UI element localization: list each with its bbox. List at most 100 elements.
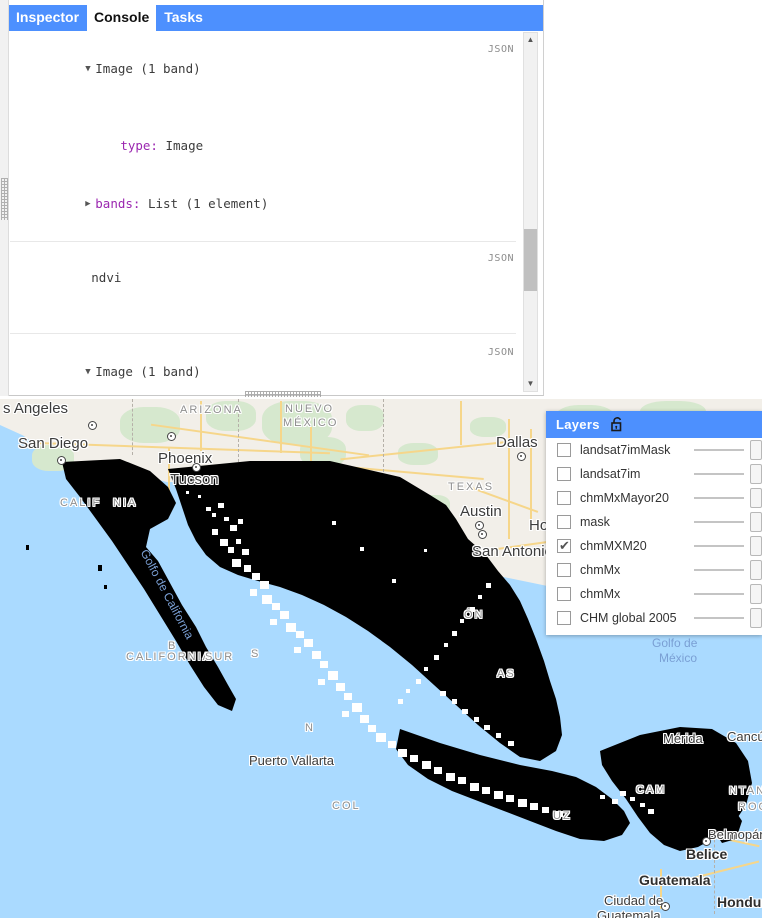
map-state-label: CAM — [636, 784, 667, 796]
layer-checkbox-mask[interactable] — [557, 515, 571, 529]
tab-tasks[interactable]: Tasks — [157, 5, 210, 31]
map-state-label: ROO — [738, 801, 762, 813]
chevron-right-icon[interactable] — [85, 195, 95, 214]
layer-row[interactable]: chmMxMayor20 — [546, 486, 762, 510]
map-road — [280, 401, 282, 453]
map-state-label: NUEVO — [285, 403, 335, 415]
log-header-row[interactable]: Image (1 band) JSON — [10, 343, 516, 391]
map-city-dot — [167, 432, 176, 441]
map-state-label: COL — [332, 800, 361, 812]
map-city-label: Puerto Vallarta — [249, 753, 335, 768]
slider-thumb[interactable] — [750, 536, 762, 556]
map-country-label: Guatemala — [639, 872, 711, 888]
layer-opacity-slider[interactable] — [694, 440, 762, 460]
slider-thumb[interactable] — [750, 440, 762, 460]
map-view[interactable]: s Angeles San Diego Phoenix Tucson Dalla… — [0, 399, 762, 918]
json-link[interactable]: JSON — [488, 249, 514, 268]
layer-row[interactable]: CHM global 2005 — [546, 606, 762, 630]
layer-opacity-slider[interactable] — [694, 608, 762, 628]
layer-opacity-slider[interactable] — [694, 584, 762, 604]
map-state-label: ÓN — [464, 609, 485, 621]
map-state-label: UZ — [553, 810, 572, 822]
map-water-label: Golfo de — [652, 636, 698, 650]
layer-opacity-slider[interactable] — [694, 536, 762, 556]
slider-thumb[interactable] — [750, 464, 762, 484]
layer-opacity-slider[interactable] — [694, 488, 762, 508]
console-log-entry: Image (1 band) JSON type: Image bands: L… — [10, 31, 516, 242]
map-city-label: Belmopán — [708, 827, 762, 842]
layer-label: chmMXM20 — [580, 539, 647, 553]
console-log-entry: Image (1 band) JSON type: Image bands: L… — [10, 334, 516, 391]
map-city-label: Austin — [460, 503, 502, 520]
slider-thumb[interactable] — [750, 608, 762, 628]
tab-inspector[interactable]: Inspector — [9, 5, 86, 31]
slider-thumb[interactable] — [750, 584, 762, 604]
layer-row[interactable]: mask — [546, 510, 762, 534]
layer-checkbox-landsat7imMask[interactable] — [557, 443, 571, 457]
slider-track — [694, 593, 744, 595]
map-green-area — [250, 479, 290, 501]
map-city-label: Cancú — [727, 729, 762, 744]
map-city-dot — [88, 421, 97, 430]
scroll-up-arrow-icon[interactable]: ▲ — [524, 33, 537, 47]
layer-checkbox-chm-global-2005[interactable] — [557, 611, 571, 625]
layer-checkbox-chmMxMayor20[interactable] — [557, 491, 571, 505]
map-city-dot — [57, 456, 66, 465]
slider-track — [694, 497, 744, 499]
console-panel: Inspector Console Tasks Image (1 band) J… — [0, 0, 544, 396]
map-green-area — [418, 495, 450, 515]
console-scrollbar[interactable]: ▲ ▼ — [523, 32, 538, 392]
chevron-down-icon[interactable] — [85, 60, 95, 79]
panel-resize-grip-vertical[interactable] — [1, 178, 8, 220]
layer-row[interactable]: chmMXM20 — [546, 534, 762, 558]
layer-opacity-slider[interactable] — [694, 560, 762, 580]
slider-thumb[interactable] — [750, 512, 762, 532]
map-city-dot — [702, 837, 711, 846]
console-output: Image (1 band) JSON type: Image bands: L… — [10, 31, 516, 391]
map-speck — [104, 585, 107, 589]
tab-console[interactable]: Console — [87, 5, 157, 31]
slider-thumb[interactable] — [750, 488, 762, 508]
map-city-dot — [475, 521, 484, 530]
layer-row[interactable]: landsat7im — [546, 462, 762, 486]
json-link[interactable]: JSON — [488, 40, 514, 59]
slider-thumb[interactable] — [750, 560, 762, 580]
property-value: List (1 element) — [140, 196, 269, 211]
map-state-label: SUR — [205, 651, 235, 663]
variable-name: ndvi — [91, 270, 122, 285]
map-state-label: NIA — [113, 497, 138, 509]
slider-track — [694, 617, 744, 619]
map-city-label: Tucson — [170, 471, 219, 488]
scrollbar-thumb[interactable] — [524, 229, 537, 291]
map-state-label: ARIZONA — [180, 404, 243, 416]
panel-resize-grip-horizontal[interactable] — [245, 391, 321, 397]
tab-bar: Inspector Console Tasks — [9, 5, 543, 31]
layer-checkbox-landsat7im[interactable] — [557, 467, 571, 481]
layer-label: CHM global 2005 — [580, 611, 677, 625]
layers-panel: Layers landsat7imMask landsat7im chmMxMa… — [546, 411, 762, 635]
layer-label: chmMx — [580, 563, 621, 577]
log-property-row[interactable]: bands: List (1 element) — [10, 175, 516, 233]
layer-checkbox-chmMXM20[interactable] — [557, 538, 571, 554]
layer-row[interactable]: landsat7imMask — [546, 438, 762, 462]
map-speck — [26, 545, 29, 550]
json-link[interactable]: JSON — [488, 343, 514, 362]
map-city-label: s Angeles — [3, 400, 69, 417]
layer-row[interactable]: chmMx — [546, 582, 762, 606]
map-state-label: TEXAS — [448, 481, 495, 493]
layer-label: chmMx — [580, 587, 621, 601]
layer-opacity-slider[interactable] — [694, 512, 762, 532]
layer-checkbox-chmMx-1[interactable] — [557, 563, 571, 577]
layer-checkbox-chmMx-2[interactable] — [557, 587, 571, 601]
layer-label: landsat7im — [580, 467, 641, 481]
layer-row[interactable]: chmMx — [546, 558, 762, 582]
map-city-dot — [661, 902, 670, 911]
layer-opacity-slider[interactable] — [694, 464, 762, 484]
log-header-row[interactable]: Image (1 band) JSON — [10, 40, 516, 117]
slider-track — [694, 521, 744, 523]
console-log-entry-varname: ndvi JSON — [10, 242, 516, 334]
unlocked-padlock-icon[interactable] — [610, 416, 625, 433]
chevron-down-icon[interactable] — [85, 363, 95, 382]
layer-label: landsat7imMask — [580, 443, 671, 457]
scroll-down-arrow-icon[interactable]: ▼ — [524, 377, 537, 391]
